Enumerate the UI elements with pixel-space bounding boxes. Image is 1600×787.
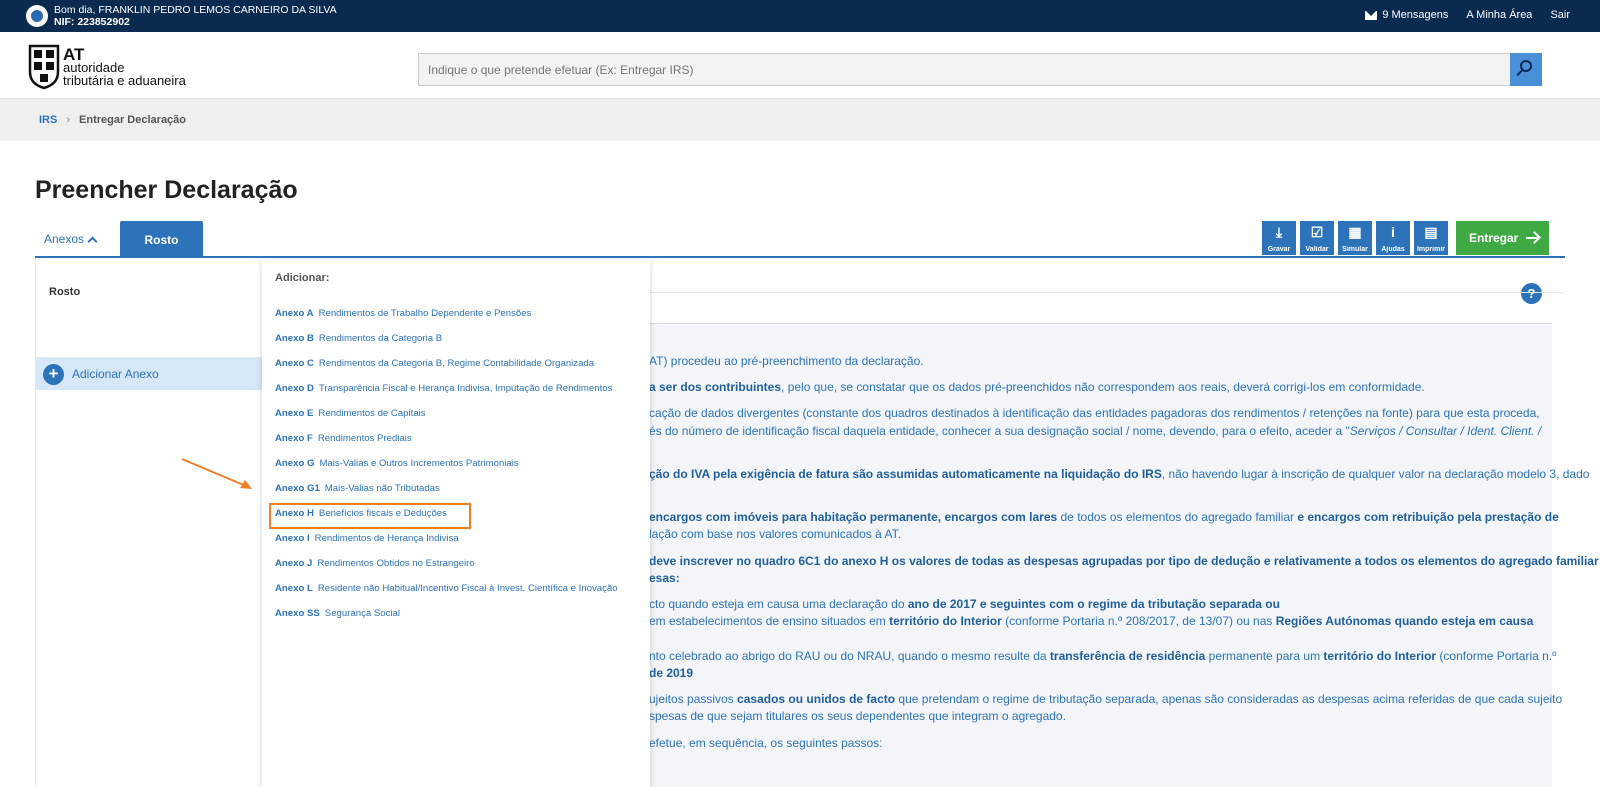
messages-link[interactable]: 9 Mensagens [1365,9,1448,21]
menu-item-anexo-i[interactable]: Anexo I Rendimentos de Herança Indivisa [275,533,459,544]
menu-item-anexo-c[interactable]: Anexo C Rendimentos da Categoria B, Regim… [275,358,594,369]
submit-label: Entregar [1469,231,1519,245]
breadcrumb-current: Entregar Declaração [79,114,187,126]
help-label: Ajudas [1381,246,1405,253]
help-icon[interactable]: ? [1521,283,1542,304]
info-panel: AT) procedeu ao pré-preenchimento da dec… [640,323,1599,787]
declaration-toolbar: ⤓ Gravar ☑ Validar ▦ Simular i Ajudas ▤ … [1262,221,1448,255]
print-label: Imprimir [1416,246,1445,253]
help-button[interactable]: i Ajudas [1376,221,1410,255]
add-annex-label: Adicionar Anexo [72,367,159,381]
calculator-icon: ▦ [1348,224,1362,240]
add-annex-dropdown: Adicionar: Anexo A Rendimentos de Trabalh… [262,260,650,787]
submit-button[interactable]: Entregar [1456,221,1549,255]
info-line: lação com base nos valores comunicados à… [649,527,901,541]
info-line: cação de dados divergentes (constante do… [649,406,1540,420]
menu-item-anexo-j[interactable]: Anexo J Rendimentos Obtidos no Estrangeir… [275,558,475,569]
save-label: Gravar [1267,246,1291,253]
breadcrumb-separator-icon: › [66,114,71,126]
sidebar-item-rosto[interactable]: Rosto [49,286,80,298]
menu-item-anexo-d[interactable]: Anexo D Transparência Fiscal e Herança In… [275,383,612,394]
tab-anexos[interactable]: Anexos [35,221,119,257]
add-annex-button[interactable]: + Adicionar Anexo [36,357,263,390]
at-logo[interactable]: AT autoridade tributária e aduaneira [28,44,186,90]
validate-label: Validar [1305,246,1329,253]
user-greeting: Bom dia, FRANKLIN PEDRO LEMOS CARNEIRO D… [54,4,337,28]
plus-icon: + [43,364,64,385]
nif-text: NIF: 223852902 [54,16,130,28]
info-icon: i [1391,224,1395,240]
site-header: AT autoridade tributária e aduaneira [0,32,1600,99]
tab-underline [35,256,1565,258]
checkbox-icon: ☑ [1310,224,1324,240]
my-area-link[interactable]: A Minha Área [1466,9,1532,21]
info-line: a ser dos contribuintes, pelo que, se co… [649,380,1425,394]
simulate-label: Simular [1342,246,1368,253]
logo-text: AT autoridade tributária e aduaneira [63,46,186,88]
breadcrumb-irs[interactable]: IRS [39,114,57,126]
menu-item-anexo-ss[interactable]: Anexo SS Segurança Social [275,608,400,619]
simulate-button[interactable]: ▦ Simular [1338,221,1372,255]
info-line: AT) procedeu ao pré-preenchimento da dec… [649,354,924,368]
search-icon [1520,60,1532,72]
save-button[interactable]: ⤓ Gravar [1262,221,1296,255]
info-line: efetue, em sequência, os seguintes passo… [649,736,883,750]
user-avatar-icon [26,5,48,27]
top-links: 9 Mensagens A Minha Área Sair [1365,9,1570,21]
search-input[interactable] [419,54,1499,85]
info-line: esas: [649,571,680,585]
menu-item-anexo-e[interactable]: Anexo E Rendimentos de Capitais [275,408,426,419]
download-icon: ⤓ [1275,224,1283,240]
tab-anexos-label: Anexos [44,232,85,246]
logout-link[interactable]: Sair [1550,9,1570,21]
messages-label: 9 Mensagens [1382,9,1449,21]
info-line: spesas de que sejam titulares os seus de… [649,709,1066,723]
menu-item-anexo-h[interactable]: Anexo H Benefícios fiscais e Deduções [275,508,447,519]
chevron-up-icon [87,236,98,247]
arrow-right-icon [1526,237,1539,239]
info-line: ujeitos passivos casados ou unidos de fa… [649,692,1563,706]
greeting-text: Bom dia, FRANKLIN PEDRO LEMOS CARNEIRO D… [54,4,337,16]
info-line: deve inscrever no quadro 6C1 do anexo H … [649,554,1599,568]
menu-item-anexo-f[interactable]: Anexo F Rendimentos Prediais [275,433,412,444]
dropdown-header: Adicionar: [275,272,330,284]
content-divider [640,292,1565,293]
breadcrumb: IRS › Entregar Declaração [39,114,186,126]
at-shield-icon [28,44,60,90]
breadcrumb-bar: IRS › Entregar Declaração [0,99,1600,141]
info-line: de 2019 [649,666,694,680]
search-button[interactable] [1510,53,1542,86]
info-line: nto celebrado ao abrigo do RAU ou do NRA… [649,649,1557,663]
annex-sidebar: Rosto + Adicionar Anexo [35,258,263,787]
annotation-arrow-icon [181,458,252,489]
menu-item-anexo-l[interactable]: Anexo L Residente não Habitual/Incentivo … [275,583,618,594]
tab-rosto[interactable]: Rosto [120,221,203,257]
page-title: Preencher Declaração [35,176,298,204]
print-button[interactable]: ▤ Imprimir [1414,221,1448,255]
validate-button[interactable]: ☑ Validar [1300,221,1334,255]
info-line: ção do IVA pela exigência de fatura são … [649,467,1590,481]
top-bar: Bom dia, FRANKLIN PEDRO LEMOS CARNEIRO D… [0,0,1600,32]
printer-icon: ▤ [1424,224,1438,240]
menu-item-anexo-b[interactable]: Anexo B Rendimentos da Categoria B [275,333,442,344]
menu-item-anexo-g1[interactable]: Anexo G1 Mais-Valias não Tributadas [275,483,440,494]
logo-line3: tributária e aduaneira [63,72,186,88]
menu-item-anexo-a[interactable]: Anexo A Rendimentos de Trabalho Dependent… [275,308,531,319]
info-line: cto quando esteja em causa uma declaraçã… [649,597,1280,611]
envelope-icon [1365,10,1378,20]
info-line: encargos com imóveis para habitação perm… [649,510,1559,524]
info-line: em estabelecimentos de ensino situados e… [649,614,1534,628]
menu-item-anexo-g[interactable]: Anexo G Mais-Valias e Outros Incrementos … [275,458,519,469]
info-line: és do número de identificação fiscal daq… [649,424,1542,438]
search-bar [418,53,1542,86]
